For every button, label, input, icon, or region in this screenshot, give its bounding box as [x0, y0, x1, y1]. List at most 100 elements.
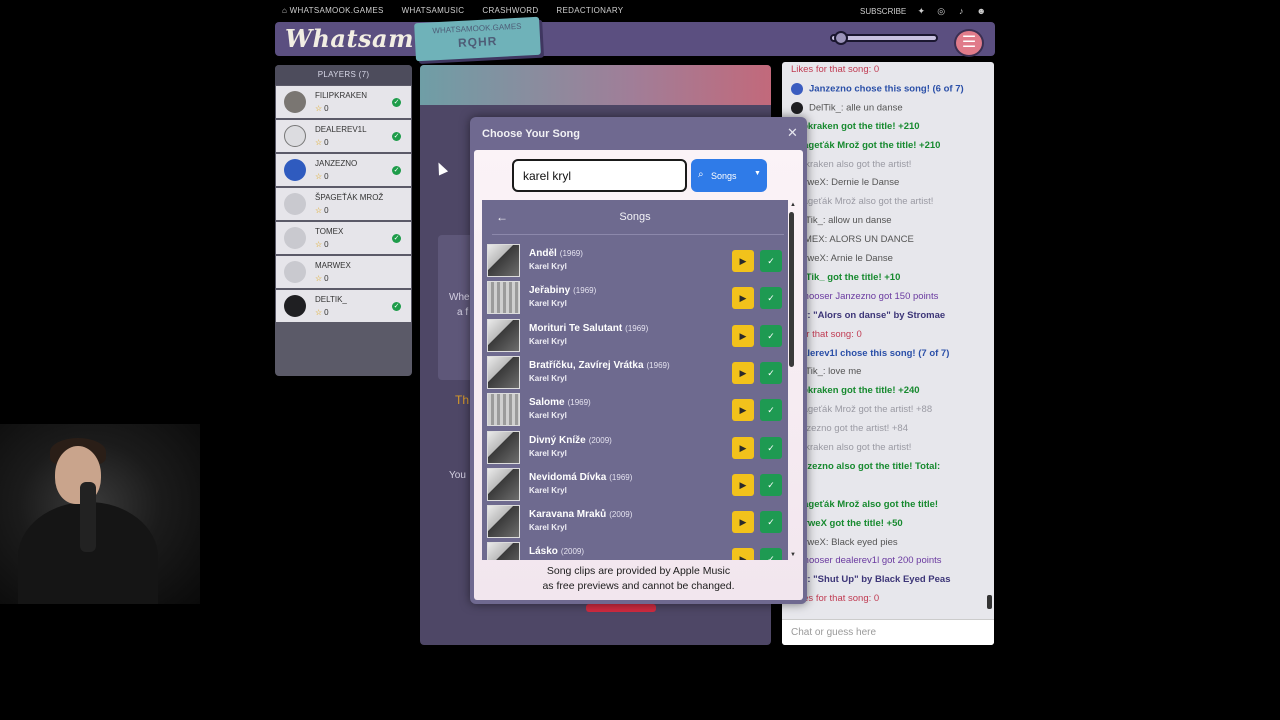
choose-song-icon[interactable]: ✓: [760, 473, 782, 496]
song-year: (1969): [609, 472, 633, 482]
choose-song-icon[interactable]: ✓: [760, 436, 782, 459]
choose-song-icon[interactable]: ✓: [760, 511, 782, 534]
choose-song-icon[interactable]: ✓: [760, 548, 782, 560]
song-title: Jeřabiny (1969): [529, 285, 597, 297]
search-type-button[interactable]: ⌕ Songs ▼: [691, 159, 767, 192]
choose-song-icon[interactable]: ✓: [760, 287, 782, 310]
play-preview-icon[interactable]: ▶: [732, 287, 754, 310]
chat-message: Likes for that song: 0: [791, 64, 880, 75]
microphone-icon: [80, 482, 96, 552]
nav-link-whatsamusic[interactable]: WHATSAMUSIC: [402, 6, 465, 18]
play-preview-icon[interactable]: ▶: [732, 324, 754, 347]
star-icon: ☆: [315, 206, 323, 215]
song-year: (1969): [573, 286, 597, 296]
subscribe-link[interactable]: SUBSCRIBE: [860, 7, 906, 16]
song-row[interactable]: Morituri Te Salutant (1969) Karel Kryl ▶ ✓: [482, 317, 788, 354]
song-search-input[interactable]: [512, 159, 687, 192]
chat-message: MarweX got the title! +50: [791, 517, 903, 529]
avatar: [284, 159, 306, 181]
chat-panel: Likes for that song: 0 Janzezno chose thi…: [782, 62, 994, 645]
chat-message: Janzezno got the artist! +84: [791, 423, 908, 435]
song-row[interactable]: Salome (1969) Karel Kryl ▶ ✓: [482, 391, 788, 428]
song-row[interactable]: Bratříčku, Zavírej Vrátka (1969) Karel Kry…: [482, 354, 788, 391]
chat-message: Špageťák Mrož got the title! +210: [791, 139, 941, 151]
players-panel: PLAYERS (7) FILIPKRAKEN ☆ 0 ✓ DEALEREV1L …: [275, 65, 412, 376]
avatar: [284, 227, 306, 249]
hamburger-menu-button[interactable]: ☰: [954, 29, 984, 57]
instagram-icon[interactable]: ◎: [936, 6, 946, 16]
song-artist: Karel Kryl: [529, 262, 567, 271]
play-preview-icon[interactable]: ▶: [732, 548, 754, 560]
play-preview-icon[interactable]: ▶: [732, 361, 754, 384]
song-row[interactable]: Karavana Mraků (2009) Karel Kryl ▶ ✓: [482, 503, 788, 540]
chat-message: Špageťák Mrož also got the artist!: [791, 196, 934, 208]
player-score: ☆ 0: [315, 104, 329, 113]
scroll-down-icon[interactable]: ▼: [790, 552, 796, 558]
scroll-up-icon[interactable]: ▲: [790, 202, 796, 208]
song-year: (1969): [625, 323, 649, 333]
song-year: (1969): [559, 249, 583, 258]
chat-scrollbar[interactable]: [987, 595, 992, 609]
song-list-scrollbar[interactable]: [789, 212, 794, 367]
album-art: [487, 281, 520, 315]
top-nav: ⌂ WHATSAMOOK.GAMES WHATSAMUSIC CRASHWORD…: [282, 6, 623, 18]
song-title: Bratříčku, Zavírej Vrátka (1969): [529, 359, 670, 371]
game-action-button[interactable]: [586, 604, 656, 612]
game-text-fragment: Whe: [449, 292, 470, 303]
game-text-fragment: You: [449, 470, 466, 481]
check-icon: ✓: [392, 166, 401, 175]
player-score: ☆ 0: [315, 308, 329, 317]
choose-song-icon[interactable]: ✓: [760, 324, 782, 347]
album-art: [487, 505, 520, 539]
song-title: Karavana Mraků (2009): [529, 509, 633, 521]
play-preview-icon[interactable]: ▶: [732, 511, 754, 534]
player-row: MARWEX ☆ 0: [276, 256, 411, 288]
song-row[interactable]: Lásko (2009) ▶ ✓: [482, 540, 788, 560]
song-row[interactable]: Anděl (1969) Karel Kryl ▶ ✓: [482, 242, 788, 279]
play-preview-icon[interactable]: ▶: [732, 399, 754, 422]
game-text-fragment: Th: [455, 393, 470, 407]
chevron-down-icon[interactable]: ▼: [754, 170, 761, 177]
song-row[interactable]: Nevidomá Dívka (1969) Karel Kryl ▶ ✓: [482, 466, 788, 503]
twitter-icon[interactable]: ✦: [916, 6, 926, 16]
chat-message: DelTik_ got the title! +10: [791, 271, 901, 283]
discord-icon[interactable]: ☻: [976, 6, 986, 16]
player-score: ☆ 0: [315, 206, 329, 215]
volume-knob[interactable]: [834, 31, 848, 45]
song-year: (2009): [560, 547, 585, 557]
nav-link-redactionary[interactable]: REDACTIONARY: [556, 6, 623, 18]
chat-input[interactable]: Chat or guess here: [782, 619, 994, 645]
check-icon: ✓: [392, 234, 401, 243]
play-preview-icon[interactable]: ▶: [732, 473, 754, 496]
album-art: [487, 393, 520, 427]
tiktok-icon[interactable]: ♪: [956, 6, 966, 16]
check-icon: ✓: [392, 132, 401, 141]
chat-message: DelTik_: alle un danse: [791, 101, 903, 114]
play-preview-icon[interactable]: ▶: [732, 436, 754, 459]
play-preview-icon[interactable]: ▶: [732, 250, 754, 272]
star-icon: ☆: [315, 240, 323, 249]
song-title: Salome (1969): [529, 397, 591, 409]
avatar: [791, 82, 803, 95]
song-year: (2009): [609, 510, 633, 520]
chat-message: filipkraken also got the artist!: [791, 442, 912, 453]
song-title: Divný Kníže (2009): [529, 434, 612, 446]
player-row: JANZEZNO ☆ 0 ✓: [276, 154, 411, 186]
choose-song-icon[interactable]: ✓: [760, 250, 782, 272]
divider: [492, 234, 784, 235]
player-row: DELTIK_ ☆ 0 ✓: [276, 290, 411, 322]
nav-link-home[interactable]: ⌂ WHATSAMOOK.GAMES: [282, 6, 384, 18]
choose-song-icon[interactable]: ✓: [760, 399, 782, 422]
avatar: [284, 261, 306, 283]
player-score: ☆ 0: [315, 172, 329, 181]
player-name: FILIPKRAKEN: [315, 91, 368, 100]
song-row[interactable]: Divný Kníže (2009) Karel Kryl ▶ ✓: [482, 429, 788, 466]
song-row[interactable]: Jeřabiny (1969) Karel Kryl ▶ ✓: [482, 279, 788, 316]
avatar: [284, 91, 306, 113]
player-row: DEALEREV1L ☆ 0 ✓: [276, 120, 411, 152]
song-list: ← Songs Anděl (1969) Karel Kryl ▶ ✓ Jeřabiny(…: [482, 200, 788, 560]
song-year: (1969): [567, 398, 591, 408]
choose-song-icon[interactable]: ✓: [760, 361, 782, 384]
close-icon[interactable]: ✕: [787, 126, 798, 139]
song-year: (1969): [646, 360, 670, 370]
